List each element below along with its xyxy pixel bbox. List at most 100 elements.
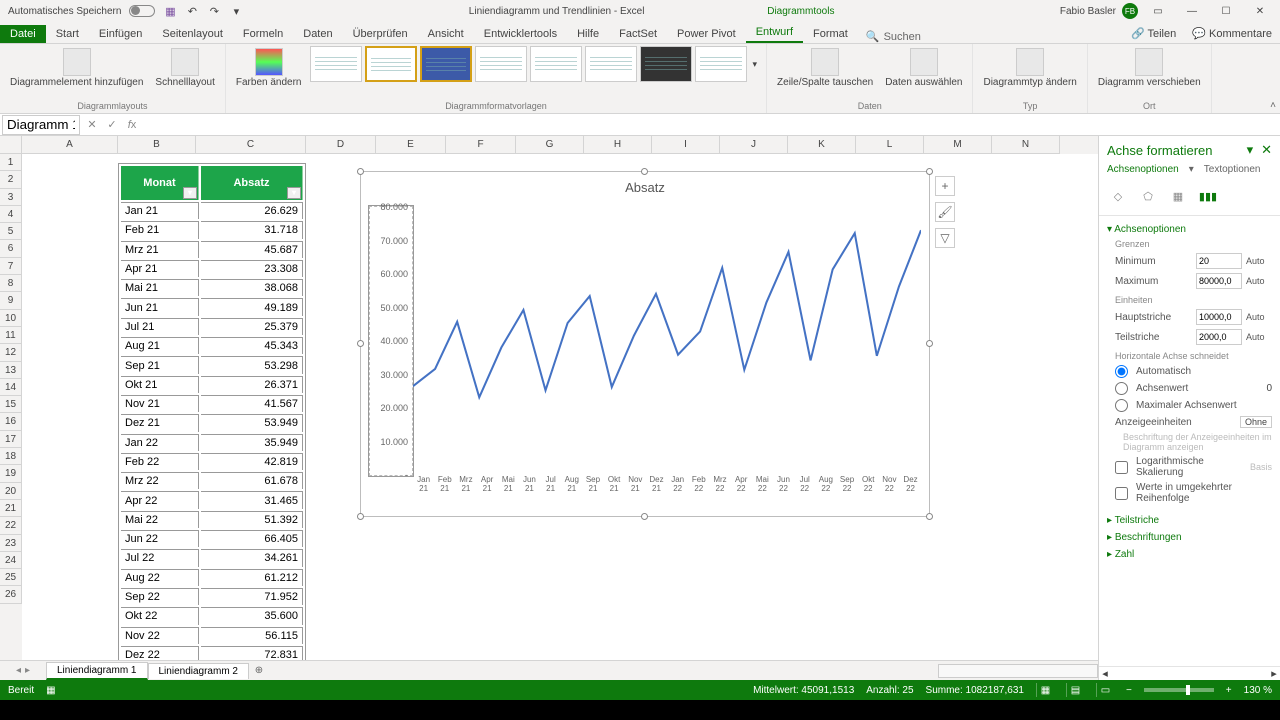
share-button[interactable]: 🔗 Teilen <box>1123 24 1184 43</box>
avatar[interactable]: FB <box>1122 3 1138 19</box>
tab-ansicht[interactable]: Ansicht <box>418 25 474 43</box>
chart-filter-icon[interactable]: ▽ <box>935 228 955 248</box>
select-data-button[interactable]: Daten auswählen <box>881 46 966 90</box>
row-header[interactable]: 18 <box>0 448 22 465</box>
pane-options-icon[interactable]: ▾ <box>1247 142 1254 157</box>
section-labels[interactable]: ▸ Beschriftungen <box>1099 529 1280 546</box>
chart-style-4[interactable] <box>475 46 527 82</box>
pane-scroll-left-icon[interactable]: ◂ <box>1099 667 1111 680</box>
x-axis[interactable]: Jan21Feb21Mrz21Apr21Mai21Jun21Jul21Aug21… <box>413 476 921 506</box>
table-row[interactable]: Jul 2125.379 <box>121 318 303 335</box>
sheet-prev-icon[interactable]: ◂ <box>16 665 21 676</box>
gallery-more-icon[interactable]: ▾ <box>750 59 761 70</box>
row-header[interactable]: 5 <box>0 223 22 240</box>
table-row[interactable]: Nov 2256.115 <box>121 627 303 644</box>
chart-plus-icon[interactable]: + <box>935 176 955 196</box>
size-icon[interactable]: ▦ <box>1167 185 1189 207</box>
table-header-absatz[interactable]: Absatz▾ <box>201 166 303 200</box>
col-header[interactable]: F <box>446 136 516 154</box>
ribbon-options-icon[interactable]: ▭ <box>1144 2 1172 20</box>
row-header[interactable]: 23 <box>0 535 22 552</box>
row-header[interactable]: 26 <box>0 586 22 603</box>
col-header[interactable]: N <box>992 136 1060 154</box>
row-header[interactable]: 9 <box>0 292 22 309</box>
close-icon[interactable]: ✕ <box>1246 2 1274 20</box>
tab-formeln[interactable]: Formeln <box>233 25 293 43</box>
comments-button[interactable]: 💬 Kommentare <box>1184 24 1280 43</box>
change-colors-button[interactable]: Farben ändern <box>232 46 306 90</box>
column-headers[interactable]: ABCDEFGHIJKLMN <box>0 136 1098 154</box>
col-header[interactable]: M <box>924 136 992 154</box>
pane-tab-text-options[interactable]: Textoptionen <box>1204 164 1261 175</box>
row-header[interactable]: 2 <box>0 171 22 188</box>
row-header[interactable]: 24 <box>0 552 22 569</box>
table-row[interactable]: Jul 2234.261 <box>121 549 303 566</box>
row-header[interactable]: 12 <box>0 344 22 361</box>
tab-file[interactable]: Datei <box>0 25 46 43</box>
max-input[interactable] <box>1196 273 1242 289</box>
col-header[interactable]: C <box>196 136 306 154</box>
zoom-slider[interactable] <box>1144 688 1214 692</box>
table-row[interactable]: Feb 2131.718 <box>121 221 303 238</box>
resize-handle[interactable] <box>641 168 648 175</box>
tab-factset[interactable]: FactSet <box>609 25 667 43</box>
resize-handle[interactable] <box>357 340 364 347</box>
row-header[interactable]: 15 <box>0 396 22 413</box>
view-break-icon[interactable]: ▭ <box>1096 683 1114 697</box>
collapse-ribbon-icon[interactable]: ˄ <box>1270 100 1276 111</box>
chart-style-8[interactable] <box>695 46 747 82</box>
row-header[interactable]: 19 <box>0 465 22 482</box>
cross-value-radio[interactable] <box>1115 382 1128 395</box>
table-header-month[interactable]: Monat▾ <box>121 166 199 200</box>
min-input[interactable] <box>1196 253 1242 269</box>
chart-style-5[interactable] <box>530 46 582 82</box>
section-ticks[interactable]: ▸ Teilstriche <box>1099 512 1280 529</box>
display-units-select[interactable]: Ohne <box>1240 416 1272 428</box>
row-header[interactable]: 13 <box>0 362 22 379</box>
table-row[interactable]: Okt 2235.600 <box>121 607 303 624</box>
tab-entwicklertools[interactable]: Entwicklertools <box>474 25 567 43</box>
zoom-out-icon[interactable]: − <box>1126 685 1132 696</box>
filter-icon[interactable]: ▾ <box>287 187 301 199</box>
plot-area[interactable] <box>413 206 921 476</box>
cross-auto-radio[interactable] <box>1115 365 1128 378</box>
table-row[interactable]: Nov 2141.567 <box>121 395 303 412</box>
chart-style-1[interactable] <box>310 46 362 82</box>
resize-handle[interactable] <box>357 168 364 175</box>
chart-style-3[interactable] <box>420 46 472 82</box>
table-row[interactable]: Mai 2138.068 <box>121 279 303 296</box>
row-header[interactable]: 8 <box>0 275 22 292</box>
table-row[interactable]: Mrz 2145.687 <box>121 241 303 258</box>
tab-power pivot[interactable]: Power Pivot <box>667 25 746 43</box>
chart-style-6[interactable] <box>585 46 637 82</box>
sheet-tab-2[interactable]: Liniendiagramm 2 <box>148 663 250 679</box>
log-scale-checkbox[interactable] <box>1115 461 1128 474</box>
switch-row-col-button[interactable]: Zeile/Spalte tauschen <box>773 46 877 90</box>
table-row[interactable]: Aug 2145.343 <box>121 337 303 354</box>
search-box[interactable]: 🔍 Suchen <box>858 30 929 43</box>
tab-seitenlayout[interactable]: Seitenlayout <box>152 25 233 43</box>
add-sheet-icon[interactable]: ⊕ <box>249 665 269 676</box>
resize-handle[interactable] <box>926 168 933 175</box>
table-row[interactable]: Aug 2261.212 <box>121 569 303 586</box>
table-row[interactable]: Apr 2231.465 <box>121 491 303 508</box>
qat-more-icon[interactable]: ▾ <box>229 4 243 18</box>
sheet-tab-1[interactable]: Liniendiagramm 1 <box>46 662 148 680</box>
name-box[interactable] <box>2 115 80 135</box>
row-headers[interactable]: 1234567891011121314151617181920212223242… <box>0 154 22 660</box>
col-header[interactable]: E <box>376 136 446 154</box>
col-header[interactable]: L <box>856 136 924 154</box>
table-row[interactable]: Jun 2149.189 <box>121 298 303 315</box>
row-header[interactable]: 22 <box>0 517 22 534</box>
autosave-toggle[interactable] <box>129 5 155 17</box>
select-all-corner[interactable] <box>0 136 22 154</box>
row-header[interactable]: 20 <box>0 483 22 500</box>
add-chart-element-button[interactable]: Diagrammelement hinzufügen <box>6 46 147 90</box>
table-row[interactable]: Dez 2272.831 <box>121 646 303 660</box>
quick-layout-button[interactable]: Schnelllayout <box>151 46 218 90</box>
pane-tab-axis-options[interactable]: Achsenoptionen <box>1107 164 1179 175</box>
zoom-level[interactable]: 130 % <box>1244 685 1272 696</box>
table-row[interactable]: Sep 2271.952 <box>121 588 303 605</box>
horizontal-scrollbar[interactable] <box>938 664 1098 678</box>
worksheet-cells[interactable]: Monat▾ Absatz▾ Jan 2126.629Feb 2131.718M… <box>22 154 1098 660</box>
